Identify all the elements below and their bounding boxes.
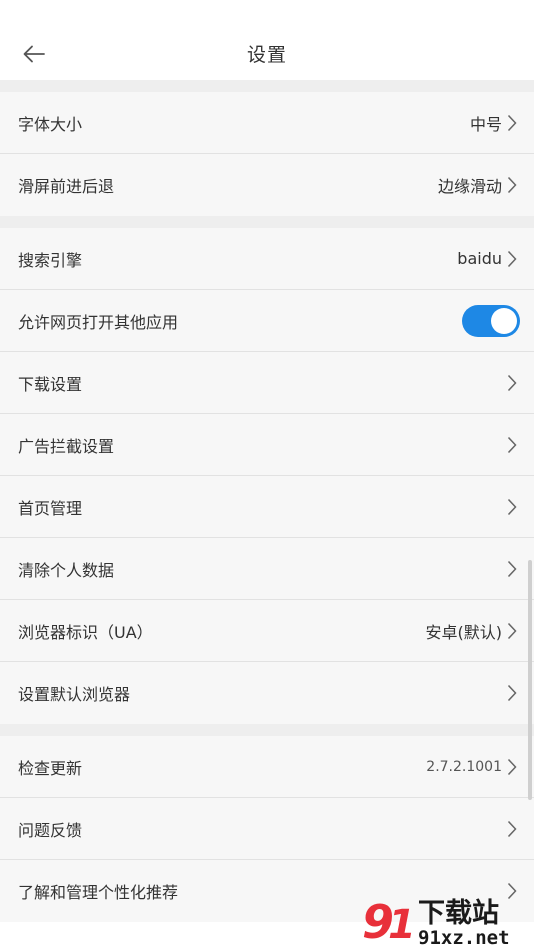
setting-label: 广告拦截设置 bbox=[18, 436, 115, 456]
section-divider bbox=[0, 216, 534, 228]
setting-label: 首页管理 bbox=[18, 498, 83, 518]
chevron-right-icon bbox=[506, 621, 518, 641]
setting-value: baidu bbox=[457, 249, 502, 268]
setting-check-update[interactable]: 检查更新 2.7.2.1001 bbox=[0, 736, 534, 798]
chevron-right-icon bbox=[506, 435, 518, 455]
setting-value: 安卓(默认) bbox=[425, 622, 503, 642]
setting-swipe-navigation[interactable]: 滑屏前进后退 边缘滑动 bbox=[0, 154, 534, 216]
setting-clear-data[interactable]: 清除个人数据 bbox=[0, 538, 534, 600]
chevron-right-icon bbox=[506, 175, 518, 195]
setting-user-agent[interactable]: 浏览器标识（UA） 安卓(默认) bbox=[0, 600, 534, 662]
settings-group-general: 搜索引擎 baidu 允许网页打开其他应用 下载设置 广告拦截设置 首页管理 清… bbox=[0, 228, 534, 724]
page-title: 设置 bbox=[246, 44, 287, 66]
setting-label: 允许网页打开其他应用 bbox=[18, 312, 179, 332]
watermark-text-top: 下载站 bbox=[418, 898, 499, 929]
allow-open-apps-toggle[interactable] bbox=[462, 304, 520, 337]
settings-list: 字体大小 中号 滑屏前进后退 边缘滑动 搜索引擎 baidu 允许网页打开其他应… bbox=[0, 80, 534, 922]
watermark-logo: 9 1 下载站 91xz.net bbox=[360, 892, 530, 949]
svg-text:1: 1 bbox=[388, 902, 416, 948]
chevron-right-icon bbox=[506, 683, 518, 703]
setting-value: 边缘滑动 bbox=[437, 177, 502, 196]
version-number: 2.7.2.1001 bbox=[426, 758, 502, 775]
chevron-right-icon bbox=[506, 113, 518, 133]
setting-label: 浏览器标识（UA） bbox=[18, 622, 153, 642]
setting-label: 搜索引擎 bbox=[18, 250, 83, 270]
section-divider bbox=[0, 724, 534, 736]
chevron-right-icon bbox=[506, 757, 518, 777]
title-bar: 设置 bbox=[0, 0, 534, 80]
setting-label: 检查更新 bbox=[18, 758, 83, 778]
setting-label: 清除个人数据 bbox=[18, 560, 115, 580]
setting-label: 问题反馈 bbox=[18, 820, 83, 840]
settings-group-display: 字体大小 中号 滑屏前进后退 边缘滑动 bbox=[0, 92, 534, 216]
watermark-text-bottom: 91xz.net bbox=[418, 927, 510, 948]
setting-feedback[interactable]: 问题反馈 bbox=[0, 798, 534, 860]
setting-download[interactable]: 下载设置 bbox=[0, 352, 534, 414]
chevron-right-icon bbox=[506, 373, 518, 393]
setting-font-size[interactable]: 字体大小 中号 bbox=[0, 92, 534, 154]
setting-default-browser[interactable]: 设置默认浏览器 bbox=[0, 662, 534, 724]
setting-label: 滑屏前进后退 bbox=[18, 177, 115, 196]
setting-search-engine[interactable]: 搜索引擎 baidu bbox=[0, 228, 534, 290]
setting-label: 下载设置 bbox=[18, 374, 83, 394]
chevron-right-icon bbox=[506, 249, 518, 269]
setting-allow-open-apps: 允许网页打开其他应用 bbox=[0, 290, 534, 352]
chevron-right-icon bbox=[506, 819, 518, 839]
scrollbar[interactable] bbox=[528, 560, 532, 800]
setting-value: 中号 bbox=[469, 114, 502, 134]
chevron-right-icon bbox=[506, 497, 518, 517]
toggle-knob bbox=[491, 307, 517, 334]
setting-ad-block[interactable]: 广告拦截设置 bbox=[0, 414, 534, 476]
setting-homepage[interactable]: 首页管理 bbox=[0, 476, 534, 538]
chevron-right-icon bbox=[506, 559, 518, 579]
setting-label: 设置默认浏览器 bbox=[18, 685, 131, 704]
section-divider bbox=[0, 80, 534, 92]
setting-label: 字体大小 bbox=[18, 114, 83, 134]
